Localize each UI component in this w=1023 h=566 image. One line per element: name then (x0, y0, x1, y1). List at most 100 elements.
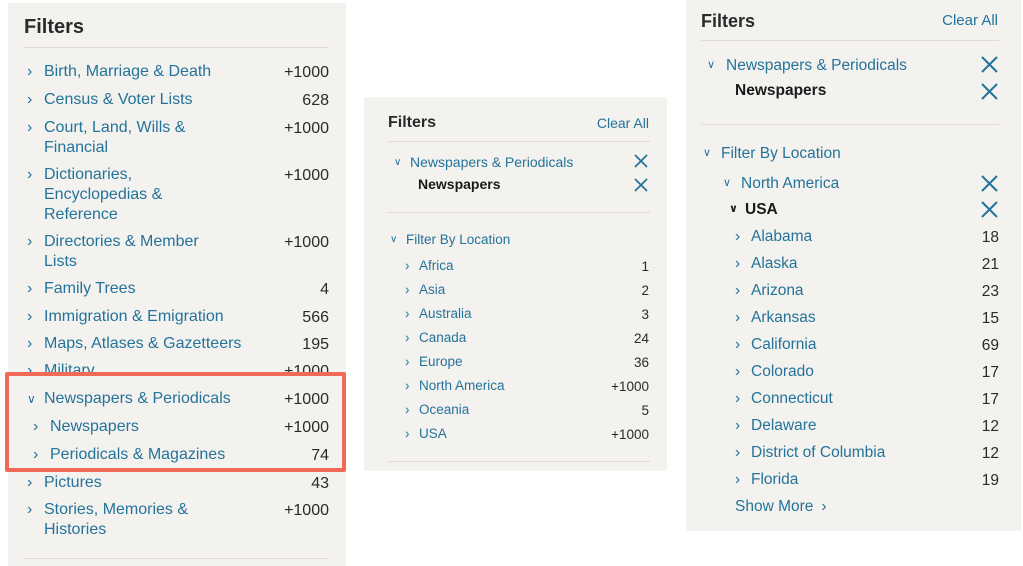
category-label[interactable]: Birth, Marriage & Death (44, 62, 211, 82)
region-label[interactable]: North America (741, 174, 839, 193)
category-label[interactable]: Immigration & Emigration (44, 307, 224, 327)
category-item[interactable]: › Dictionaries, Encyclopedias & Referenc… (27, 165, 192, 225)
region-item[interactable]: ∨ North America (723, 174, 839, 193)
location-item[interactable]: › Africa (405, 258, 454, 274)
selected-subcategory: Newspapers (735, 82, 827, 99)
category-item[interactable]: › Court, Land, Wills & Financial (27, 118, 217, 158)
state-item[interactable]: › Florida (735, 470, 798, 489)
state-label[interactable]: Alaska (751, 254, 798, 273)
category-item[interactable]: › Directories & Member Lists (27, 232, 227, 272)
state-item[interactable]: › Arizona (735, 281, 804, 300)
location-label[interactable]: Canada (419, 330, 466, 346)
divider (24, 47, 329, 48)
clear-all-link[interactable]: Clear All (942, 12, 998, 29)
chevron-right-icon: › (735, 282, 741, 299)
state-label[interactable]: Alabama (751, 227, 812, 246)
chevron-right-icon: › (735, 255, 741, 272)
location-count: 1 (641, 259, 649, 274)
selected-category[interactable]: ∨ Newspapers & Periodicals (394, 154, 573, 171)
category-label[interactable]: Pictures (44, 473, 102, 493)
location-item[interactable]: › USA (405, 426, 447, 442)
state-label[interactable]: Florida (751, 470, 798, 489)
close-icon[interactable] (634, 154, 648, 168)
location-label[interactable]: Oceania (419, 402, 469, 418)
selected-subcategory: Newspapers (418, 176, 501, 192)
location-item[interactable]: › Canada (405, 330, 466, 346)
show-more-link[interactable]: Show More › (735, 497, 827, 516)
category-label[interactable]: Family Trees (44, 279, 136, 299)
state-item[interactable]: › Delaware (735, 416, 816, 435)
selected-category-label[interactable]: Newspapers & Periodicals (726, 56, 907, 75)
selected-category-label[interactable]: Newspapers & Periodicals (410, 154, 573, 171)
state-item[interactable]: › Colorado (735, 362, 814, 381)
location-label[interactable]: Africa (419, 258, 454, 274)
chevron-right-icon: › (27, 166, 33, 183)
close-icon[interactable] (981, 83, 998, 100)
category-label[interactable]: Maps, Atlases & Gazetteers (44, 334, 241, 354)
state-label[interactable]: District of Columbia (751, 443, 885, 462)
category-item[interactable]: › Stories, Memories & Histories (27, 500, 207, 540)
clear-all-link[interactable]: Clear All (597, 115, 649, 131)
show-more-label[interactable]: Show More (735, 497, 813, 516)
filter-by-location-label[interactable]: Filter By Location (721, 144, 841, 163)
chevron-right-icon: › (735, 228, 741, 245)
state-label[interactable]: Arkansas (751, 308, 816, 327)
close-icon[interactable] (634, 178, 648, 192)
state-count: 15 (981, 310, 999, 327)
location-label[interactable]: USA (419, 426, 447, 442)
category-item[interactable]: › Birth, Marriage & Death (27, 62, 327, 82)
state-label[interactable]: Colorado (751, 362, 814, 381)
panel-title: Filters (388, 114, 437, 131)
state-label[interactable]: Delaware (751, 416, 816, 435)
category-item[interactable]: › Maps, Atlases & Gazetteers (27, 334, 327, 354)
state-item[interactable]: › Connecticut (735, 389, 833, 408)
location-label[interactable]: Australia (419, 306, 472, 322)
close-icon[interactable] (981, 175, 998, 192)
category-label[interactable]: Stories, Memories & Histories (44, 500, 207, 540)
category-count: 195 (302, 336, 329, 353)
state-item[interactable]: › Arkansas (735, 308, 816, 327)
category-item[interactable]: › Immigration & Emigration (27, 307, 327, 327)
chevron-right-icon: › (27, 91, 33, 108)
category-item[interactable]: › Pictures (27, 473, 327, 493)
chevron-right-icon: › (735, 309, 741, 326)
category-label[interactable]: Census & Voter Lists (44, 90, 193, 110)
chevron-down-icon: ∨ (707, 59, 716, 71)
chevron-right-icon: › (27, 474, 33, 491)
selected-category[interactable]: ∨ Newspapers & Periodicals (707, 56, 907, 75)
location-item[interactable]: › Oceania (405, 402, 469, 418)
country-label[interactable]: USA (745, 200, 778, 219)
filter-by-location-header[interactable]: ∨ Filter By Location (390, 232, 510, 248)
location-label[interactable]: North America (419, 378, 505, 394)
location-count: 2 (641, 283, 649, 298)
state-label[interactable]: California (751, 335, 816, 354)
filter-by-location-label[interactable]: Filter By Location (406, 232, 510, 248)
location-item[interactable]: › North America (405, 378, 505, 394)
category-label[interactable]: Court, Land, Wills & Financial (44, 118, 217, 158)
state-item[interactable]: › District of Columbia (735, 443, 885, 462)
category-item[interactable]: › Census & Voter Lists (27, 90, 327, 110)
category-count: +1000 (284, 120, 329, 137)
state-item[interactable]: › Alaska (735, 254, 798, 273)
chevron-right-icon: › (405, 282, 410, 297)
close-icon[interactable] (981, 56, 998, 73)
chevron-right-icon: › (27, 280, 33, 297)
category-label[interactable]: Dictionaries, Encyclopedias & Reference (44, 165, 192, 225)
category-label[interactable]: Directories & Member Lists (44, 232, 227, 272)
close-icon[interactable] (981, 201, 998, 218)
chevron-right-icon: › (27, 63, 33, 80)
location-item[interactable]: › Asia (405, 282, 445, 298)
state-label[interactable]: Arizona (751, 281, 804, 300)
chevron-right-icon: › (405, 330, 410, 345)
location-label[interactable]: Asia (419, 282, 445, 298)
location-item[interactable]: › Europe (405, 354, 463, 370)
location-item[interactable]: › Australia (405, 306, 472, 322)
filter-by-location-header[interactable]: ∨ Filter By Location (703, 144, 841, 163)
state-item[interactable]: › California (735, 335, 816, 354)
category-count: +1000 (284, 64, 329, 81)
country-item[interactable]: ∨ USA (729, 200, 778, 219)
location-label[interactable]: Europe (419, 354, 463, 370)
state-item[interactable]: › Alabama (735, 227, 812, 246)
category-item[interactable]: › Family Trees (27, 279, 327, 299)
state-label[interactable]: Connecticut (751, 389, 833, 408)
